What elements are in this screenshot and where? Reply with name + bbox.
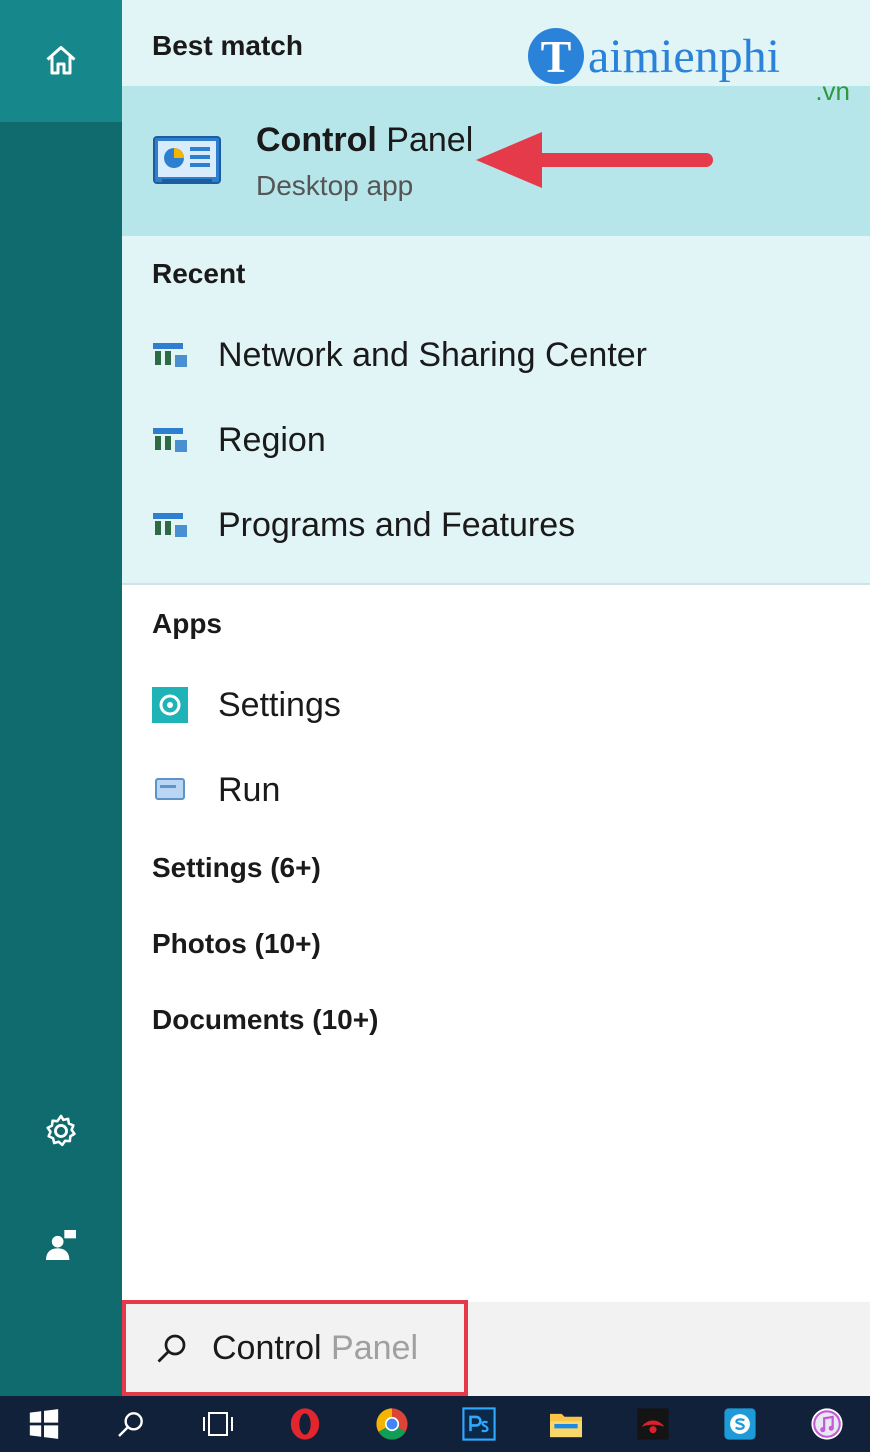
search-suggestion-text: Panel: [321, 1328, 419, 1367]
recent-item-label: Region: [218, 420, 326, 459]
recent-item-label: Network and Sharing Center: [218, 335, 648, 374]
logo-name: aimienphi: [588, 30, 780, 83]
recent-item-network[interactable]: Network and Sharing Center: [122, 320, 870, 390]
run-app-icon: [150, 770, 190, 810]
control-panel-applet-icon: [150, 335, 190, 375]
best-match-header: Best match: [152, 30, 303, 61]
best-match-title-bold: Control: [256, 120, 377, 159]
taskbar: [0, 1396, 870, 1452]
gear-icon: [46, 1114, 76, 1147]
itunes-icon: [810, 1408, 843, 1440]
control-panel-applet-icon: [150, 420, 190, 460]
app-item-label: Settings: [218, 685, 341, 724]
home-icon: [46, 46, 76, 75]
app-item-label: Run: [218, 770, 281, 809]
settings-rail-button[interactable]: [0, 1096, 122, 1166]
best-match-title: Control Panel: [256, 121, 473, 160]
control-panel-icon: [153, 136, 221, 184]
more-settings-link[interactable]: Settings (6+): [152, 852, 321, 884]
best-match-title-rest: Panel: [376, 120, 474, 159]
recent-header: Recent: [152, 258, 246, 289]
taimienphi-logo: T aimienphi .vn: [528, 28, 850, 106]
recent-item-label: Programs and Features: [218, 505, 576, 544]
taskbar-search-button[interactable]: [87, 1396, 174, 1452]
opera-taskbar-button[interactable]: [261, 1396, 348, 1452]
logo-initial: T: [541, 31, 572, 82]
search-results-panel: Best match Control Panel Desktop app Rec…: [122, 0, 870, 1396]
chrome-icon: [375, 1408, 408, 1440]
chrome-taskbar-button[interactable]: [348, 1396, 435, 1452]
more-photos-link[interactable]: Photos (10+): [152, 928, 321, 960]
start-button[interactable]: [0, 1396, 87, 1452]
windows-icon: [29, 1409, 58, 1439]
photoshop-icon: [461, 1407, 496, 1441]
recent-item-programs[interactable]: Programs and Features: [122, 490, 870, 560]
search-query: Control Panel: [212, 1329, 418, 1368]
task-view-icon: [202, 1412, 233, 1436]
skype-icon: [723, 1408, 756, 1440]
best-match-subtitle: Desktop app: [256, 169, 414, 201]
task-view-button[interactable]: [174, 1396, 261, 1452]
file-explorer-icon: [549, 1413, 582, 1438]
search-icon: [117, 1412, 143, 1437]
home-button[interactable]: [0, 0, 122, 122]
more-documents-link[interactable]: Documents (10+): [152, 1004, 378, 1036]
file-explorer-taskbar-button[interactable]: [522, 1396, 609, 1452]
app-item-run[interactable]: Run: [122, 755, 870, 825]
photoshop-taskbar-button[interactable]: [435, 1396, 522, 1452]
search-input[interactable]: Control Panel: [122, 1300, 468, 1396]
user-feedback-icon: [46, 1230, 76, 1260]
control-panel-applet-icon: [150, 505, 190, 545]
user-rail-button[interactable]: [0, 1210, 122, 1280]
game-taskbar-button[interactable]: [609, 1396, 696, 1452]
annotation-arrow: [476, 132, 713, 188]
left-rail: [0, 0, 122, 1396]
skype-taskbar-button[interactable]: [696, 1396, 783, 1452]
settings-app-icon: [150, 685, 190, 725]
game-icon: [636, 1408, 669, 1440]
opera-icon: [290, 1408, 319, 1440]
search-typed-text: Control: [212, 1328, 322, 1367]
search-icon: [157, 1334, 186, 1363]
recent-item-region[interactable]: Region: [122, 405, 870, 475]
itunes-taskbar-button[interactable]: [783, 1396, 870, 1452]
logo-suffix: .vn: [815, 76, 850, 106]
apps-header: Apps: [152, 608, 222, 639]
app-item-settings[interactable]: Settings: [122, 670, 870, 740]
